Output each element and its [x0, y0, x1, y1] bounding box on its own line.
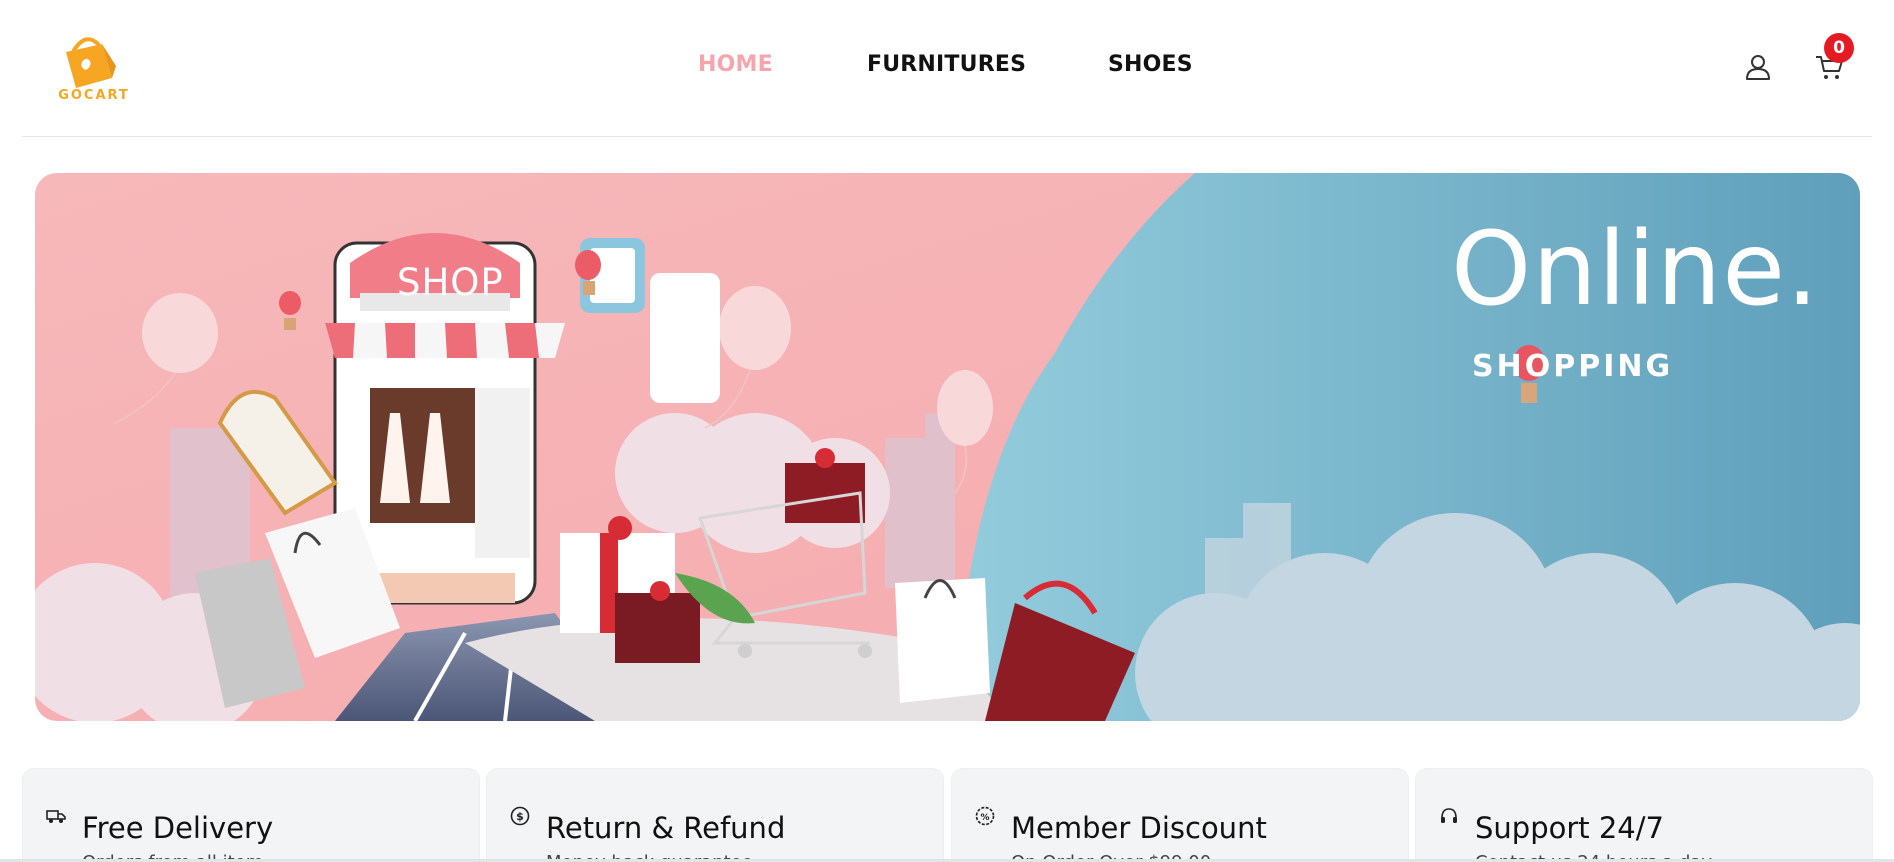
- percent-icon: %: [975, 806, 995, 826]
- feature-card-free-delivery: Free Delivery Orders from all item: [22, 768, 480, 862]
- nav-home[interactable]: HOME: [698, 52, 773, 77]
- logo-text: GOCART: [58, 88, 130, 103]
- svg-text:%: %: [980, 813, 989, 823]
- features-row: Free Delivery Orders from all item $ Ret…: [0, 768, 1894, 862]
- feature-title: Return & Refund: [546, 811, 786, 845]
- truck-icon: [46, 810, 66, 823]
- user-account-button[interactable]: [1744, 53, 1772, 86]
- site-header: GOCART HOME FURNITURES SHOES 0: [0, 0, 1894, 137]
- feature-title: Free Delivery: [82, 811, 274, 845]
- shop-sign: SHOP: [397, 261, 504, 304]
- hero-headline: Online.: [1451, 210, 1820, 329]
- svg-text:$: $: [516, 810, 524, 823]
- cart-count-badge: 0: [1824, 33, 1854, 63]
- dollar-icon: $: [510, 806, 530, 826]
- main-nav: HOME FURNITURES SHOES: [0, 52, 1894, 84]
- feature-title: Member Discount: [1011, 811, 1267, 845]
- hero-subheadline: SHOPPING: [1472, 349, 1674, 384]
- nav-furnitures[interactable]: FURNITURES: [867, 52, 1026, 77]
- feature-card-support: Support 24/7 Contact us 24 hours a day: [1415, 768, 1873, 862]
- feature-title: Support 24/7: [1475, 811, 1664, 845]
- feature-card-return-refund: $ Return & Refund Money back guarantee: [486, 768, 944, 862]
- header-divider: [22, 136, 1872, 137]
- feature-card-member-discount: % Member Discount On Order Over $99.00: [951, 768, 1409, 862]
- hero-banner[interactable]: SHOP Online. SHOPPING: [35, 173, 1860, 721]
- headset-icon: [1441, 808, 1457, 823]
- user-icon: [1746, 55, 1770, 80]
- nav-shoes[interactable]: SHOES: [1108, 52, 1193, 77]
